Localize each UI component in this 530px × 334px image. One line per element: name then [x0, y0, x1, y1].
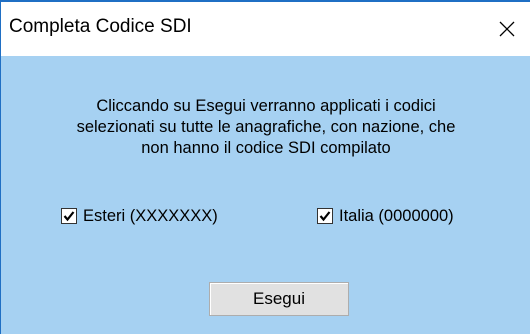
esteri-checkbox-label[interactable]: Esteri (XXXXXXX): [83, 207, 218, 226]
esteri-checkbox[interactable]: [61, 208, 77, 224]
dialog-window: Completa Codice SDI Cliccando su Esegui …: [0, 0, 530, 334]
message-line: selezionati su tutte le anagrafiche, con…: [76, 118, 456, 136]
dialog-title: Completa Codice SDI: [9, 16, 192, 37]
checkmark-icon: [63, 211, 75, 222]
execute-button[interactable]: Esegui: [209, 282, 349, 316]
close-icon: [498, 20, 516, 38]
dialog-message: Cliccando su Esegui verranno applicati i…: [21, 96, 511, 159]
title-bar: Completa Codice SDI: [1, 2, 530, 56]
italia-checkbox-row[interactable]: Italia (0000000): [317, 204, 454, 228]
italia-checkbox[interactable]: [317, 208, 333, 224]
esteri-checkbox-row[interactable]: Esteri (XXXXXXX): [61, 204, 218, 228]
message-line: non hanno il codice SDI compilato: [141, 139, 391, 157]
checkmark-icon: [319, 211, 331, 222]
message-line: Cliccando su Esegui verranno applicati i…: [96, 97, 436, 115]
italia-checkbox-label[interactable]: Italia (0000000): [339, 207, 454, 226]
close-button[interactable]: [484, 2, 530, 56]
